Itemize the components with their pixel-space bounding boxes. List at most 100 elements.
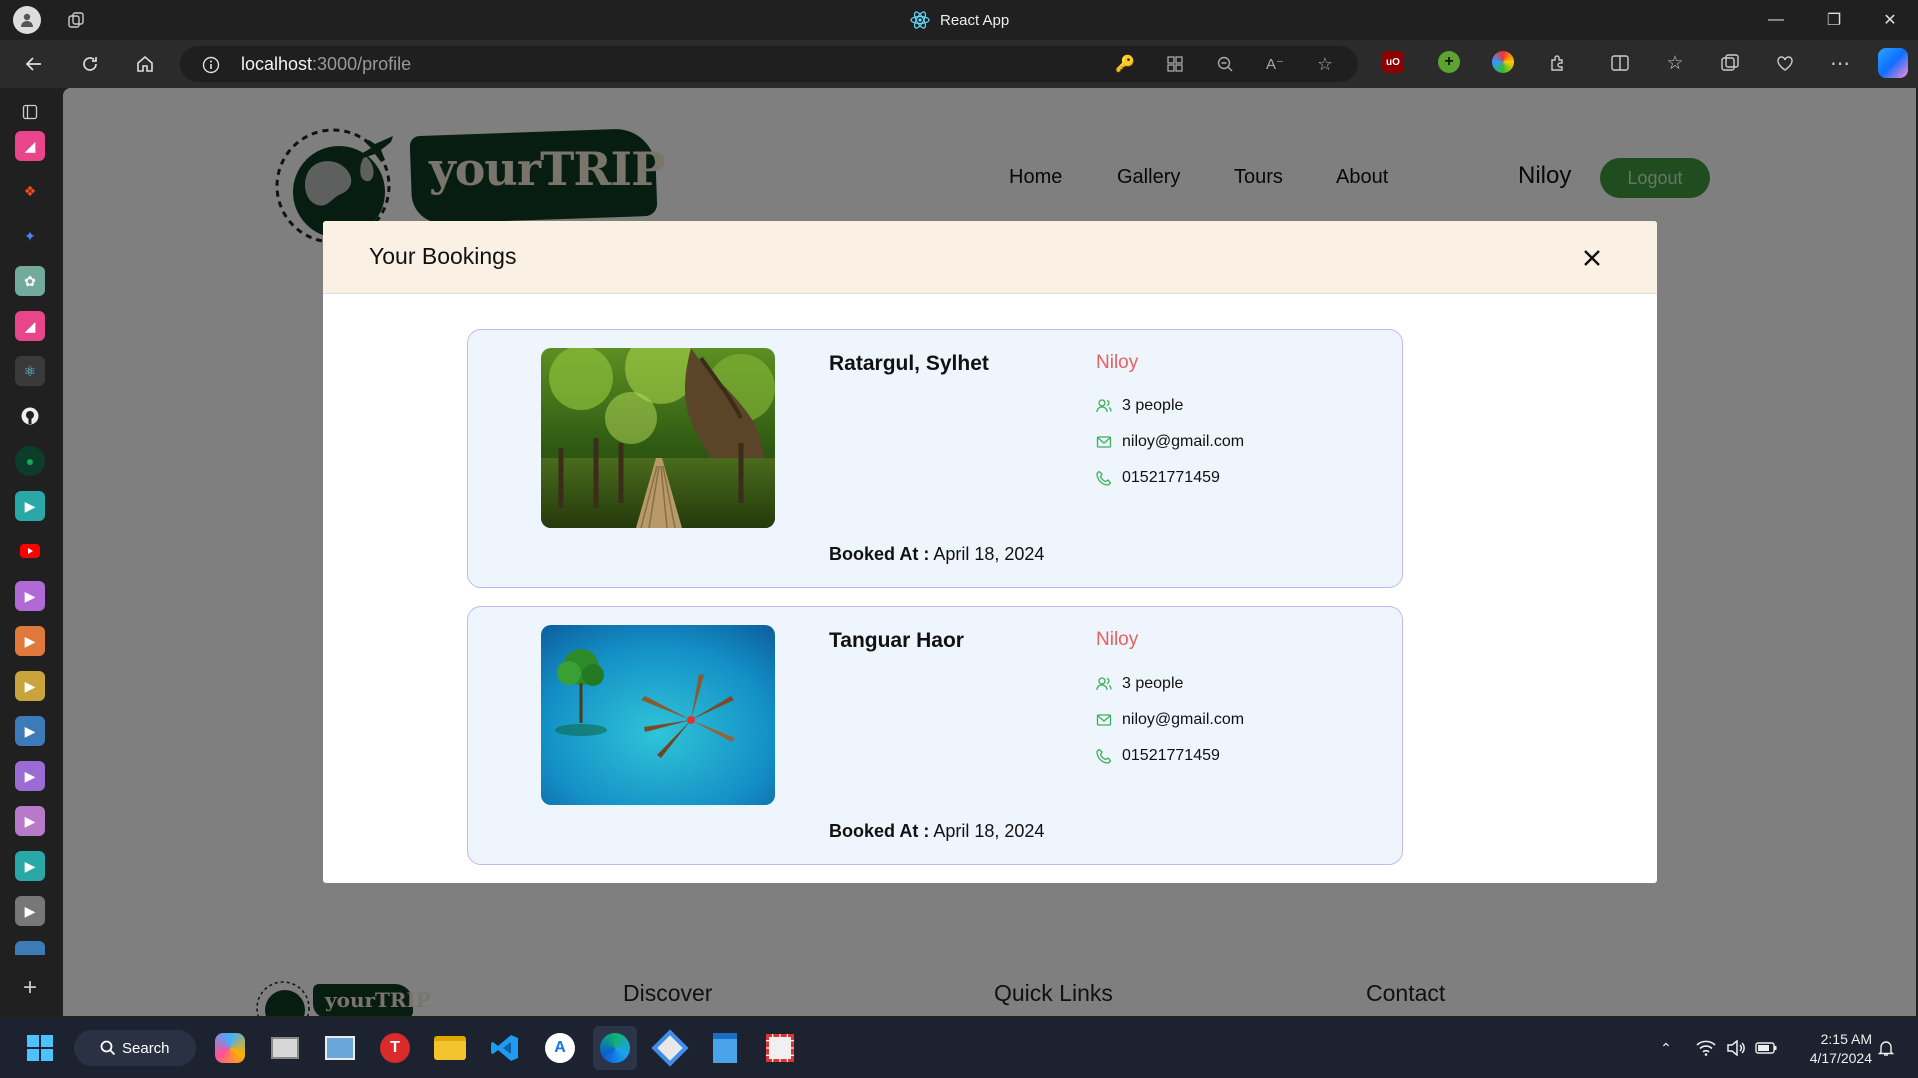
start-button[interactable] — [18, 1026, 62, 1070]
back-icon[interactable] — [20, 50, 48, 78]
tab-video-icon-10[interactable] — [15, 941, 45, 955]
notifications-bell-icon[interactable] — [1874, 1036, 1898, 1060]
booking-email: niloy@gmail.com — [1122, 711, 1245, 728]
booking-date-line: Booked At : April 18, 2024 — [829, 821, 1044, 842]
wifi-icon[interactable] — [1694, 1036, 1718, 1060]
tab-chatgpt-icon[interactable]: ✿ — [15, 266, 45, 296]
taskbar-snipping-tool-icon[interactable] — [758, 1026, 802, 1070]
tab-video-icon-7[interactable]: ▶ — [15, 806, 45, 836]
tab-actions-icon[interactable] — [18, 100, 42, 124]
booking-photo-ratargul — [541, 348, 775, 528]
tab-video-icon-1[interactable]: ▶ — [15, 491, 45, 521]
battery-icon[interactable] — [1754, 1036, 1778, 1060]
collections-icon[interactable] — [1718, 51, 1742, 75]
booking-phone-row: 01521771459 — [1096, 747, 1220, 765]
booking-people: 3 people — [1122, 675, 1184, 692]
extension-multicolor-icon[interactable] — [1492, 51, 1514, 73]
tab-title[interactable]: React App — [910, 10, 1009, 30]
taskbar-todoist-icon[interactable]: T — [373, 1026, 417, 1070]
new-tab-icon[interactable]: + — [18, 974, 42, 1001]
booking-people-row: 3 people — [1096, 675, 1183, 693]
booked-at-label: Booked At : — [829, 821, 930, 841]
phone-icon — [1096, 470, 1112, 486]
site-info-icon[interactable] — [200, 54, 222, 76]
modal-title: Your Bookings — [369, 243, 517, 269]
tab-video-icon-4[interactable]: ▶ — [15, 671, 45, 701]
taskbar-task-view-icon[interactable] — [263, 1026, 307, 1070]
booking-user-name: Niloy — [1096, 352, 1139, 373]
workspaces-icon[interactable] — [64, 8, 88, 32]
booked-at-label: Booked At : — [829, 544, 930, 564]
favorite-star-icon[interactable]: ☆ — [1314, 53, 1336, 75]
home-icon[interactable] — [131, 50, 159, 78]
react-logo-icon — [910, 11, 930, 29]
tab-video-icon-3[interactable]: ▶ — [15, 626, 45, 656]
modal-header: Your Bookings — [323, 221, 1657, 294]
tab-video-icon-8[interactable]: ▶ — [15, 851, 45, 881]
taskbar-app-store-icon[interactable]: A — [538, 1026, 582, 1070]
tab-video-icon-6[interactable]: ▶ — [15, 761, 45, 791]
browser-essentials-icon[interactable] — [1773, 51, 1797, 75]
password-key-icon[interactable]: 🔑 — [1114, 53, 1136, 75]
booking-people: 3 people — [1122, 397, 1184, 414]
show-hidden-icons-chevron[interactable]: ⌃ — [1654, 1036, 1678, 1060]
zoom-out-icon[interactable] — [1214, 53, 1236, 75]
more-menu-icon[interactable]: ⋯ — [1828, 51, 1852, 75]
url-text: localhost:3000/profile — [241, 54, 411, 75]
taskbar-search-label: Search — [122, 1039, 170, 1057]
volume-icon[interactable] — [1724, 1036, 1748, 1060]
taskbar-search[interactable]: Search — [74, 1030, 196, 1066]
people-icon — [1096, 399, 1112, 413]
booking-email-row: niloy@gmail.com — [1096, 711, 1244, 729]
window-titlebar: React App — ❐ ✕ — [0, 0, 1918, 40]
taskbar-git-icon[interactable] — [648, 1026, 692, 1070]
extensions-puzzle-icon[interactable] — [1546, 51, 1570, 75]
tab-youtube-icon[interactable] — [15, 536, 45, 566]
profile-avatar-icon[interactable] — [13, 6, 41, 34]
people-icon — [1096, 677, 1112, 691]
tab-pink-icon[interactable]: ◢ — [15, 131, 45, 161]
copilot-icon[interactable] — [1878, 48, 1908, 78]
tab-figma-icon[interactable]: ❖ — [15, 176, 45, 206]
booking-card: Ratargul, Sylhet Niloy 3 people niloy@gm… — [467, 329, 1403, 588]
minimize-button[interactable]: — — [1748, 0, 1804, 40]
tab-mongodb-icon[interactable]: ● — [15, 446, 45, 476]
read-aloud-icon[interactable]: A⁻ — [1264, 53, 1286, 75]
clock-date: 4/17/2024 — [1809, 1050, 1872, 1066]
address-field[interactable]: localhost:3000/profile 🔑 A⁻ ☆ — [180, 46, 1358, 82]
tab-github-icon[interactable] — [15, 401, 45, 431]
taskbar-copilot-app-icon[interactable] — [208, 1026, 252, 1070]
extension-plus-icon[interactable]: + — [1438, 51, 1460, 73]
taskbar-file-explorer-icon[interactable] — [428, 1026, 472, 1070]
refresh-icon[interactable] — [76, 50, 104, 78]
ublock-icon[interactable]: uO — [1382, 51, 1404, 73]
close-window-button[interactable]: ✕ — [1862, 0, 1918, 40]
tab-gemini-icon[interactable]: ✦ — [15, 221, 45, 251]
clock[interactable]: 2:15 AM 4/17/2024 — [1788, 1030, 1872, 1068]
tab-video-icon-9[interactable]: ▶ — [15, 896, 45, 926]
close-icon — [1584, 250, 1600, 266]
vertical-tabs-sidebar: ◢ ❖ ✦ ✿ ◢ ⚛ ● ▶ ▶ ▶ ▶ ▶ ▶ ▶ ▶ ▶ + — [0, 88, 60, 1018]
apps-icon[interactable] — [1164, 53, 1186, 75]
booking-date-line: Booked At : April 18, 2024 — [829, 544, 1044, 565]
url-host: localhost — [241, 54, 313, 74]
phone-icon — [1096, 748, 1112, 764]
booking-email-row: niloy@gmail.com — [1096, 433, 1244, 451]
tab-react-icon[interactable]: ⚛ — [15, 356, 45, 386]
booking-phone: 01521771459 — [1122, 747, 1220, 764]
booking-phone: 01521771459 — [1122, 469, 1220, 486]
clock-time: 2:15 AM — [1820, 1031, 1872, 1047]
split-screen-icon[interactable] — [1608, 51, 1632, 75]
bookings-modal: Your Bookings Ratargul, Sylhet Niloy 3 p… — [323, 221, 1657, 883]
favorites-icon[interactable]: ☆ — [1663, 51, 1687, 75]
tab-video-icon-5[interactable]: ▶ — [15, 716, 45, 746]
windows-logo-icon — [27, 1035, 53, 1061]
tab-video-icon-2[interactable]: ▶ — [15, 581, 45, 611]
taskbar-vscode-icon[interactable] — [483, 1026, 527, 1070]
modal-close-button[interactable] — [1577, 243, 1607, 273]
restore-button[interactable]: ❐ — [1806, 0, 1862, 40]
taskbar-photos-icon[interactable] — [318, 1026, 362, 1070]
taskbar-notepad-icon[interactable] — [703, 1026, 747, 1070]
tab-pink-icon-2[interactable]: ◢ — [15, 311, 45, 341]
taskbar-edge-icon[interactable] — [593, 1026, 637, 1070]
